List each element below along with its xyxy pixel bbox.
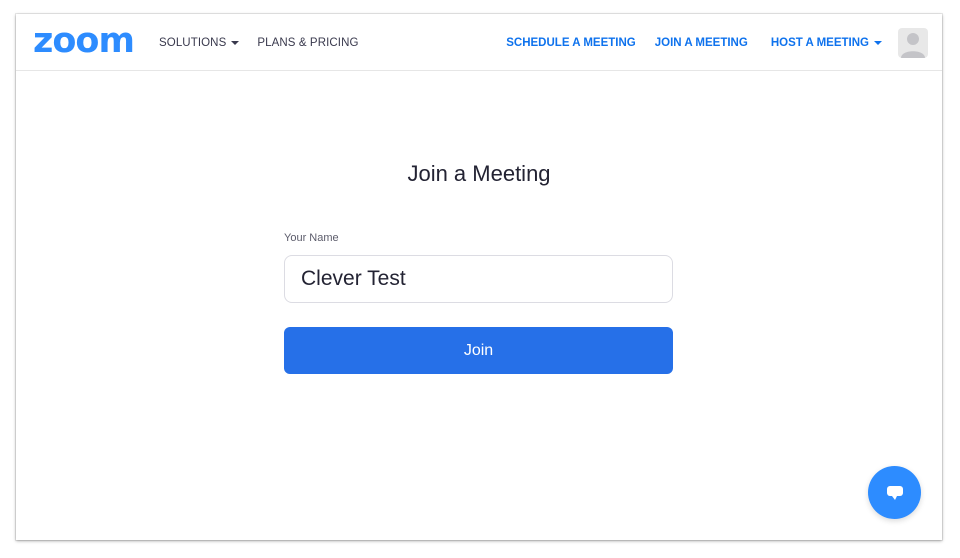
- nav-schedule-label: SCHEDULE A MEETING: [506, 36, 636, 49]
- nav-host-meeting[interactable]: HOST A MEETING: [771, 37, 882, 49]
- join-button[interactable]: Join: [284, 327, 673, 374]
- nav-plans-pricing[interactable]: PLANS & PRICING: [257, 37, 358, 49]
- chat-button[interactable]: [868, 466, 921, 519]
- zoom-logo[interactable]: zoom: [33, 24, 135, 59]
- nav-solutions-label: SOLUTIONS: [159, 36, 227, 49]
- nav-left: SOLUTIONS PLANS & PRICING: [159, 14, 359, 71]
- page-title: Join a Meeting: [407, 161, 551, 186]
- user-avatar-icon[interactable]: [898, 27, 928, 58]
- caret-down-icon: [231, 40, 240, 45]
- chat-bubble-icon: [886, 485, 903, 500]
- nav-right: SCHEDULE A MEETING JOIN A MEETING HOST A…: [506, 14, 928, 71]
- nav-schedule-meeting[interactable]: SCHEDULE A MEETING: [506, 37, 636, 49]
- caret-down-icon: [874, 40, 882, 45]
- your-name-label: Your Name: [284, 232, 339, 244]
- top-navbar: zoom SOLUTIONS PLANS & PRICING SCHEDULE …: [16, 14, 942, 71]
- nav-plans-label: PLANS & PRICING: [257, 36, 359, 49]
- nav-join-label: JOIN A MEETING: [654, 36, 748, 49]
- nav-join-meeting[interactable]: JOIN A MEETING: [655, 37, 748, 49]
- your-name-input[interactable]: [284, 255, 673, 303]
- nav-solutions[interactable]: SOLUTIONS: [159, 36, 240, 49]
- nav-host-label: HOST A MEETING: [770, 36, 869, 49]
- browser-page: zoom SOLUTIONS PLANS & PRICING SCHEDULE …: [16, 14, 942, 540]
